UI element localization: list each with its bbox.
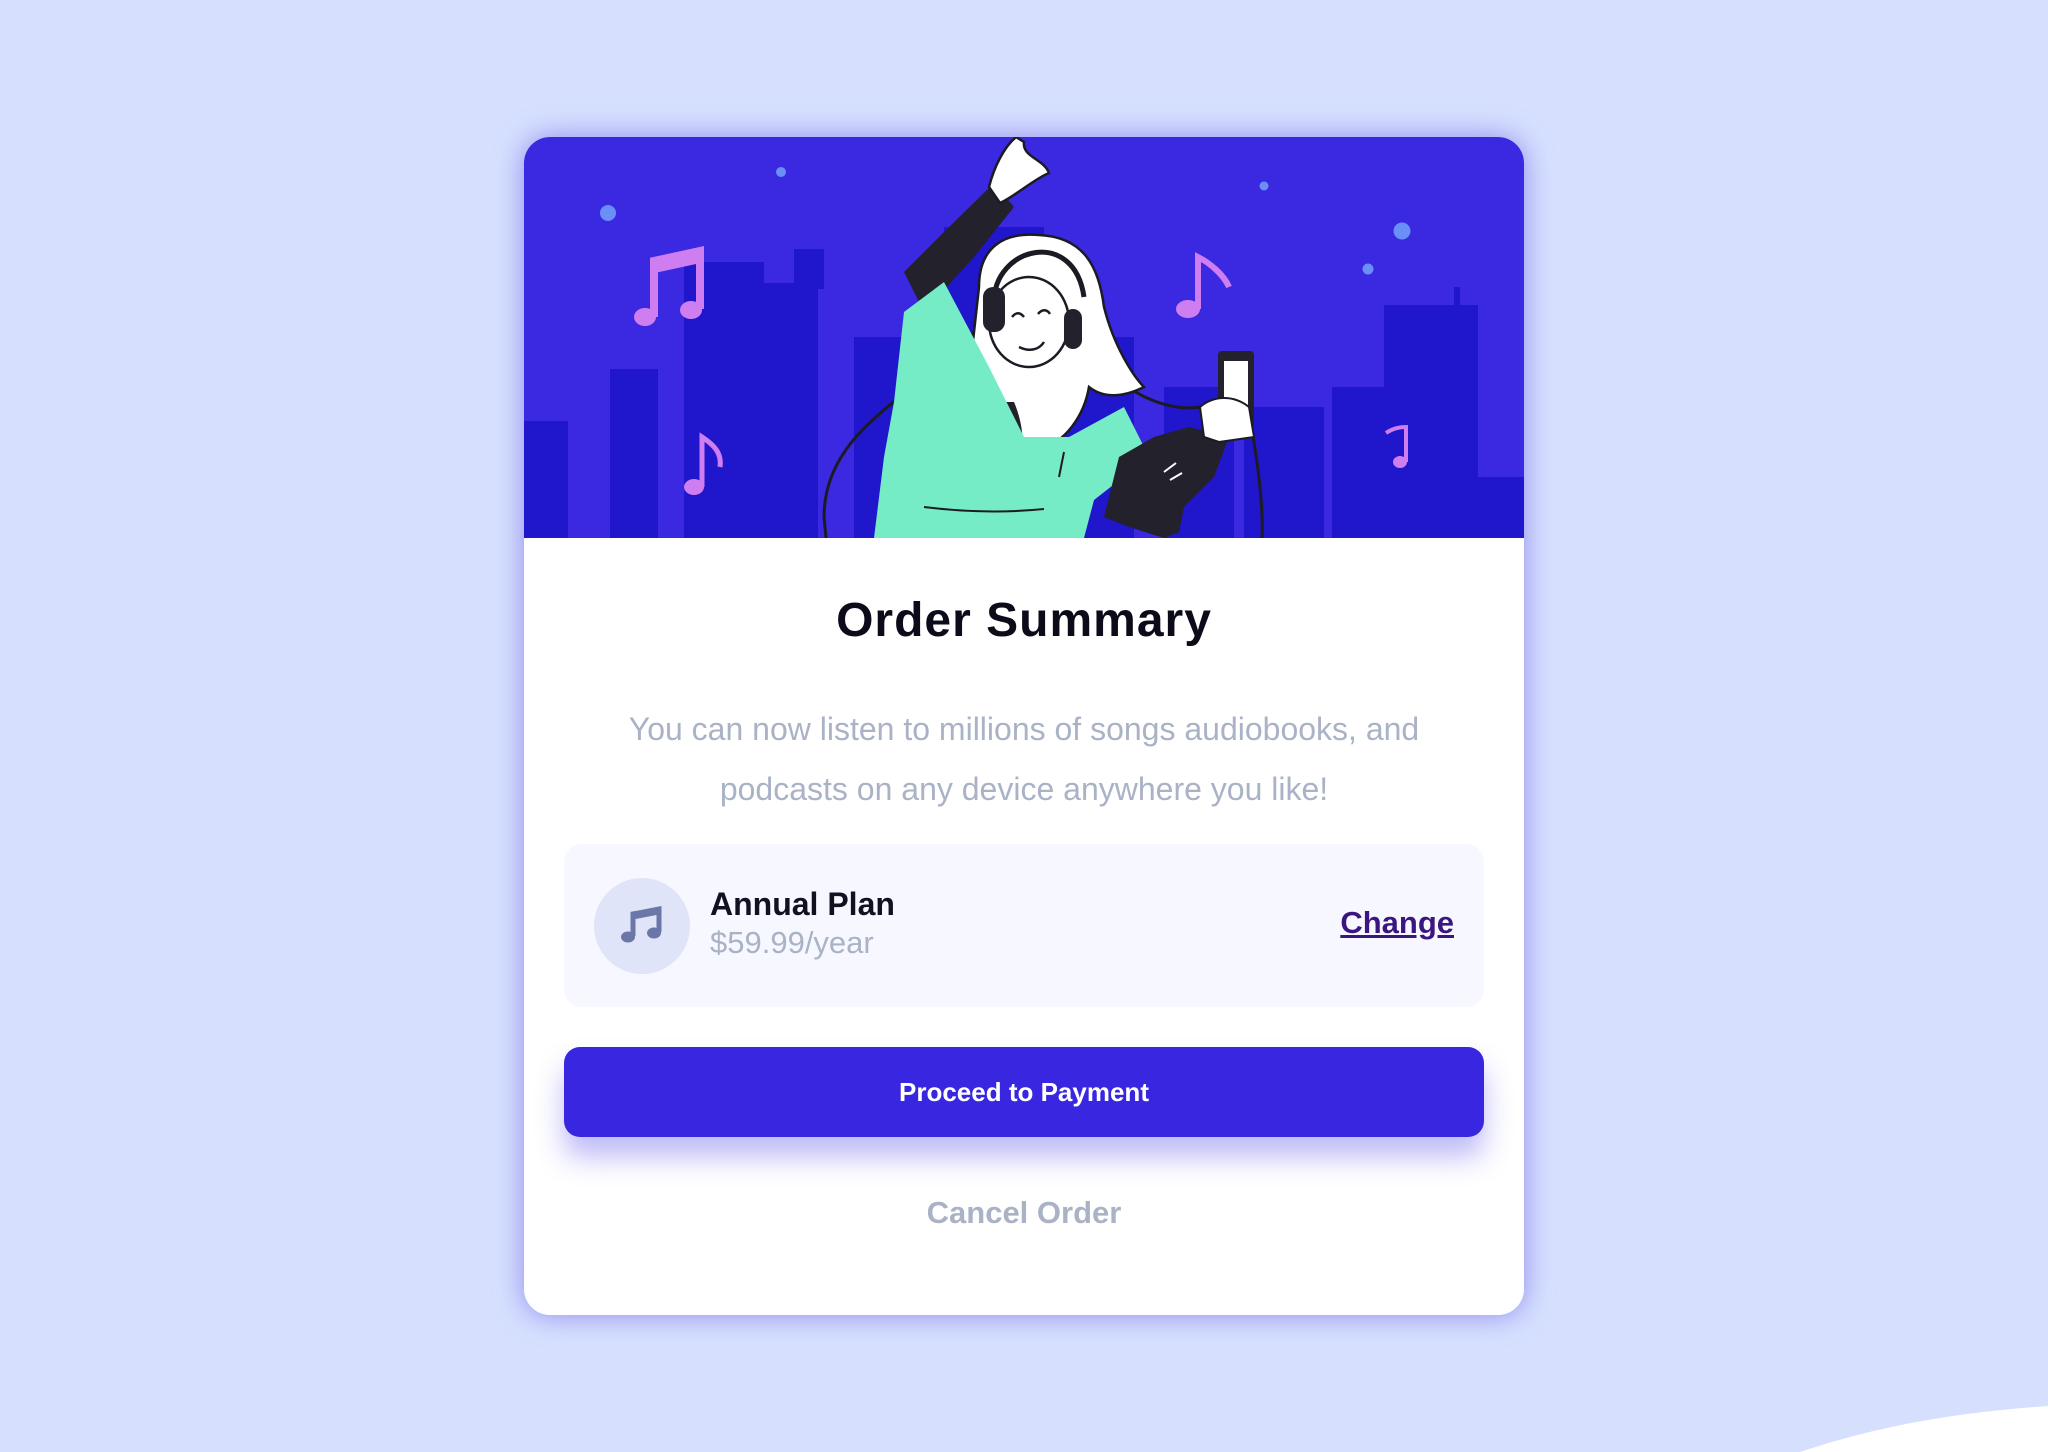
plan-name: Annual Plan (710, 886, 895, 922)
music-note-icon (594, 878, 690, 974)
plan-price: $59.99/year (710, 925, 874, 960)
order-description: You can now listen to millions of songs … (628, 711, 1420, 807)
page-title: Order Summary (836, 594, 1212, 647)
order-summary-card: Order Summary You can now listen to mill… (524, 137, 1524, 1315)
hero-illustration (524, 137, 1524, 538)
change-plan-link[interactable]: Change (1340, 905, 1454, 941)
plan-summary: Annual Plan $59.99/year Change (564, 844, 1484, 1007)
cancel-order-button[interactable]: Cancel Order (824, 1183, 1224, 1243)
proceed-to-payment-button[interactable]: Proceed to Payment (564, 1047, 1484, 1137)
